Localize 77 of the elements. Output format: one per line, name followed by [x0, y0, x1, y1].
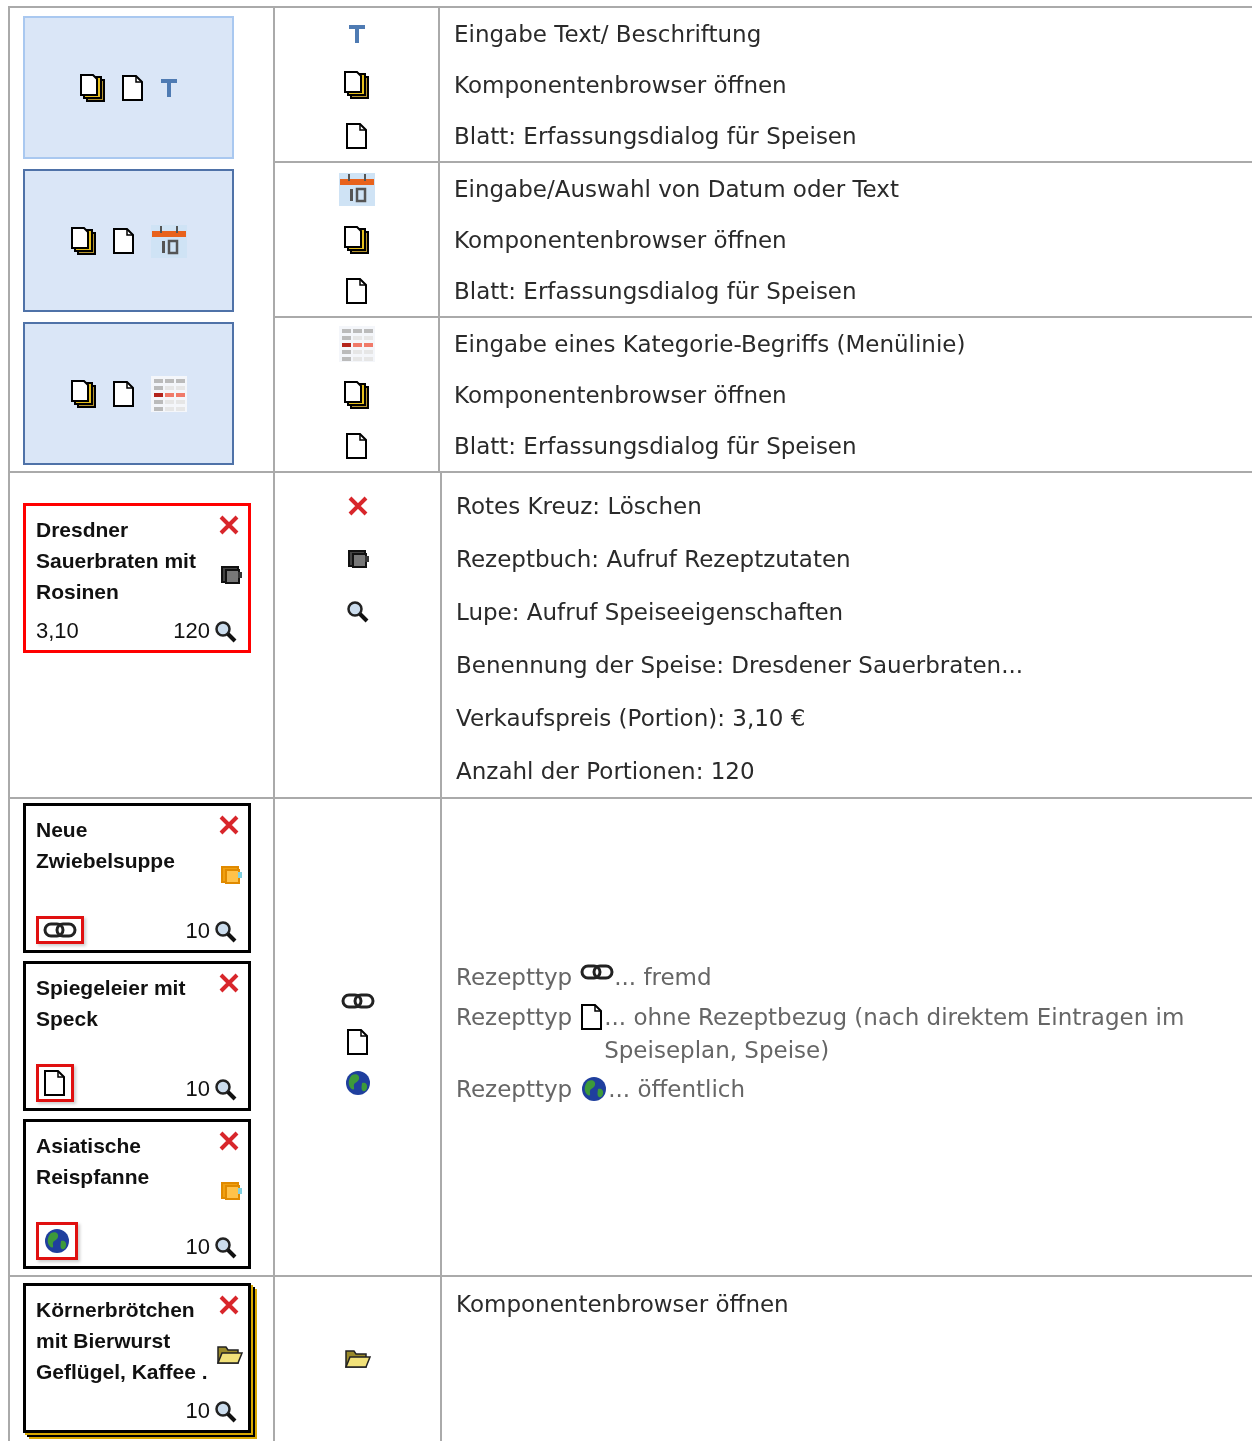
book-icon[interactable] [218, 564, 244, 586]
description-text: Komponentenbrowser öffnen [454, 381, 787, 408]
description-text: Blatt: Erfassungsdialog für Speisen [454, 122, 857, 149]
page-icon [111, 226, 136, 255]
stacked-pages-icon [69, 225, 98, 256]
calendar-icon [149, 222, 188, 259]
description-text: Rezeptbuch: Aufruf Rezeptzutaten [456, 545, 851, 572]
delete-icon[interactable] [218, 814, 240, 836]
dish-title: Spiegeleier mit Speck [36, 975, 187, 1032]
dish-price: 3,10 [36, 618, 79, 644]
folder-icon[interactable] [216, 1344, 244, 1366]
category-grid-icon [337, 324, 376, 363]
portion-count: 120 [173, 618, 210, 644]
description-text: Eingabe/Auswahl von Datum oder Text [454, 175, 899, 202]
globe-icon [43, 1227, 71, 1255]
stacked-pages-icon [342, 379, 371, 410]
dish-card[interactable]: Dresdner Sauerbraten mit Rosinen 3,10 120 [23, 503, 251, 653]
portion-count: 10 [185, 1234, 210, 1260]
portion-count: 10 [185, 1398, 210, 1424]
legend-text: ... öffentlich [608, 1075, 747, 1105]
legend-text: ... fremd [614, 963, 713, 993]
legend-text: ... ohne Rezeptbezug (nach direktem Eintragen im Speiseplan, Speise) [604, 1002, 1186, 1065]
calendar-icon [337, 170, 376, 207]
delete-icon[interactable] [218, 972, 240, 994]
stacked-pages-icon [342, 224, 371, 255]
dish-card[interactable]: Asiatische Reispfanne 10 [23, 1119, 251, 1269]
delete-icon[interactable] [218, 514, 240, 536]
search-icon[interactable] [214, 920, 238, 944]
description-text: Komponentenbrowser öffnen [456, 1290, 789, 1317]
page-icon [43, 1069, 67, 1097]
category-grid-icon [149, 374, 188, 413]
description-text: Benennung der Speise: Dresdener Sauerbraten... [456, 651, 1024, 678]
description-text: Komponentenbrowser öffnen [454, 226, 787, 253]
search-icon[interactable] [214, 620, 238, 644]
description-text: Rotes Kreuz: Löschen [456, 492, 702, 519]
chain-link-icon [340, 992, 375, 1010]
globe-icon [580, 1075, 609, 1104]
chain-link-icon [43, 921, 77, 939]
dish-card[interactable]: Spiegeleier mit Speck 10 [23, 961, 251, 1111]
description-text: Eingabe Text/ Beschriftung [454, 20, 762, 47]
stacked-pages-icon [78, 72, 107, 103]
delete-icon[interactable] [218, 1294, 240, 1316]
page-icon [120, 73, 145, 102]
delete-icon[interactable] [218, 1130, 240, 1152]
description-text: Komponentenbrowser öffnen [454, 71, 787, 98]
portion-count: 10 [185, 1076, 210, 1102]
page-icon [344, 276, 369, 305]
delete-icon[interactable] [346, 494, 369, 517]
search-icon[interactable] [345, 599, 370, 624]
description-text: Blatt: Erfassungsdialog für Speisen [454, 432, 857, 459]
page-icon [344, 431, 369, 460]
description-text: Anzahl der Portionen: 120 [456, 757, 755, 784]
dish-title: Dresdner Sauerbraten mit Rosinen [36, 517, 197, 605]
portion-count: 10 [185, 918, 210, 944]
description-text: Verkaufspreis (Portion): 3,10 € [456, 704, 806, 731]
dish-title: Asiatische Reispfanne [36, 1133, 151, 1190]
folder-icon[interactable] [343, 1348, 372, 1370]
page-icon [111, 379, 136, 408]
dish-title: Neue Zwiebelsuppe [36, 817, 176, 874]
dish-title: Körnerbrötchen mit Bierwurst Geflügel, Kaffee . [36, 1297, 208, 1385]
chain-link-icon [580, 963, 615, 982]
legend-text: Rezepttyp [456, 1075, 573, 1105]
description-text: Eingabe eines Kategorie-Begriffs (Menülinie) [454, 330, 966, 357]
legend-text: Rezepttyp [456, 1002, 573, 1032]
search-icon[interactable] [214, 1400, 238, 1424]
stacked-pages-icon [342, 69, 371, 100]
globe-icon [343, 1069, 372, 1097]
dish-card[interactable]: Neue Zwiebelsuppe 10 [23, 803, 251, 953]
page-icon [344, 121, 369, 150]
description-text: Lupe: Aufruf Speiseeigenschaften [456, 598, 844, 625]
page-icon [345, 1028, 370, 1056]
stacked-pages-icon [69, 378, 98, 409]
legend-text: Rezepttyp [456, 963, 573, 993]
page-icon [580, 1002, 605, 1031]
search-icon[interactable] [214, 1078, 238, 1102]
description-text: Blatt: Erfassungsdialog für Speisen [454, 277, 857, 304]
search-icon[interactable] [214, 1236, 238, 1260]
